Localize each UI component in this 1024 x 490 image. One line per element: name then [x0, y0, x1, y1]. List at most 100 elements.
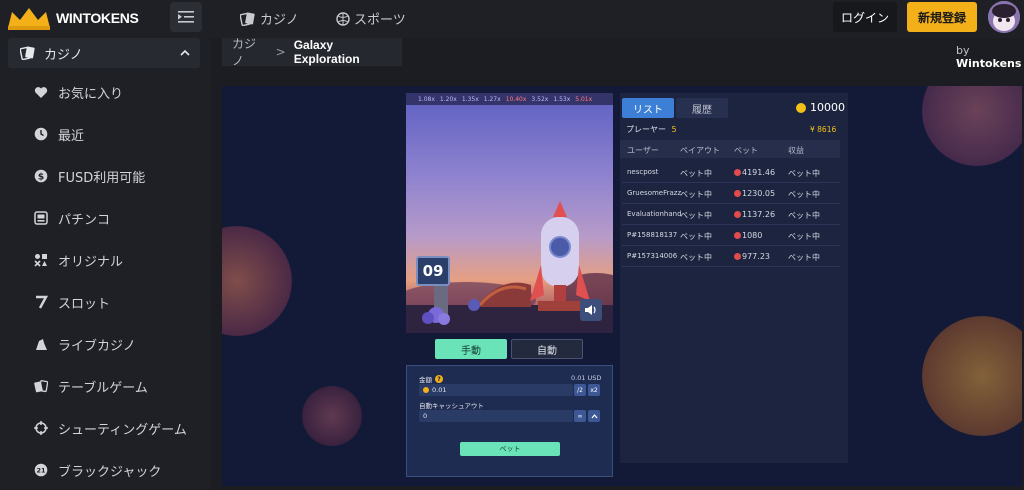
sidebar-item-label: ブラックジャック — [58, 464, 162, 480]
infinity-cashout-button[interactable]: ∞ — [574, 410, 586, 422]
row-bet: 1080 — [742, 231, 763, 240]
brand-name: WINTOKENS — [56, 10, 139, 26]
table-row: nescpost ベット中 4191.46 ベット中 — [622, 163, 840, 183]
chevron-up-icon[interactable] — [180, 49, 190, 57]
row-profit: ベット中 — [788, 232, 820, 241]
provider-prefix: by — [956, 44, 970, 57]
amount-hint: 0.01 USD — [571, 374, 602, 382]
tab-list[interactable]: リスト — [622, 98, 674, 118]
sidebar-item-favorites[interactable]: お気に入り — [34, 82, 123, 102]
clock-icon — [34, 127, 48, 141]
live-icon — [34, 337, 48, 351]
sidebar-item-slots[interactable]: スロット — [34, 292, 110, 312]
sound-toggle-button[interactable] — [580, 299, 602, 321]
menu-toggle-button[interactable] — [170, 2, 202, 32]
row-user: P#158818137 — [627, 231, 678, 239]
sidebar-item-label: パチンコ — [58, 212, 111, 228]
total-bet: ¥ 8616 — [810, 125, 837, 134]
nav-casino[interactable]: カジノ — [240, 9, 299, 28]
halve-bet-button[interactable]: /2 — [574, 384, 586, 396]
cards-icon — [20, 46, 35, 60]
cashout-up-button[interactable] — [588, 410, 600, 422]
svg-text:21: 21 — [36, 467, 46, 475]
row-payout: ベット中 — [680, 190, 712, 199]
row-payout: ベット中 — [680, 169, 712, 178]
crown-icon — [8, 8, 50, 30]
provider-name: Wintokens — [956, 57, 1022, 70]
background-planet — [302, 386, 362, 446]
mode-auto-button[interactable]: 自動 — [511, 339, 583, 359]
multiplier-value: 1.53x — [553, 95, 571, 103]
twentyone-icon: 21 — [34, 463, 48, 477]
table-row: P#158818137 ベット中 1080 ベット中 — [622, 226, 840, 246]
breadcrumb-separator: > — [275, 45, 286, 59]
balance-display: 10000 — [796, 101, 845, 114]
nav-sports[interactable]: スポーツ — [336, 9, 406, 28]
sidebar-item-label: テーブルゲーム — [58, 380, 148, 396]
game-canvas[interactable]: 1.08x 1.20x 1.35x 1.27x 10.40x 3.52x 1.5… — [406, 93, 613, 333]
login-button[interactable]: ログイン — [833, 2, 897, 32]
row-bet: 977.23 — [742, 252, 770, 261]
crosshair-icon — [34, 421, 48, 435]
coin-icon — [423, 387, 429, 393]
nav-sports-label: スポーツ — [354, 13, 406, 28]
players-panel: リスト 履歴 10000 プレーヤー 5 ¥ 8616 ユーザー ペイアウト ベ… — [620, 93, 848, 463]
sidebar-item-table-games[interactable]: テーブルゲーム — [34, 376, 148, 396]
sidebar-section-casino[interactable]: カジノ — [8, 38, 200, 68]
row-payout: ベット中 — [680, 211, 712, 220]
help-icon[interactable]: ? — [435, 375, 443, 383]
multiplier-value: 5.01x — [575, 95, 593, 103]
bet-amount-value: 0.01 — [432, 386, 447, 394]
sidebar-item-label: ライブカジノ — [58, 338, 136, 354]
place-bet-button[interactable]: ベット — [460, 442, 560, 456]
mode-manual-button[interactable]: 手動 — [435, 339, 507, 359]
coin-icon — [734, 169, 741, 176]
table-row: GruesomeFrazz ベット中 1230.05 ベット中 — [622, 184, 840, 204]
coin-icon — [734, 211, 741, 218]
pachinko-icon — [34, 211, 48, 225]
ball-icon — [336, 11, 350, 26]
sidebar-item-recent[interactable]: 最近 — [34, 124, 84, 144]
sidebar-item-live-casino[interactable]: ライブカジノ — [34, 334, 136, 354]
players-label: プレーヤー — [626, 125, 666, 134]
cards-icon — [240, 12, 255, 26]
breadcrumb-current: Galaxy Exploration — [293, 38, 360, 66]
row-profit: ベット中 — [788, 211, 820, 220]
auto-cashout-value: 0 — [423, 412, 428, 420]
coin-icon — [796, 102, 806, 113]
row-payout: ベット中 — [680, 232, 712, 241]
multiplier-value: 3.52x — [531, 95, 549, 103]
sidebar-item-pachinko[interactable]: パチンコ — [34, 208, 110, 228]
avatar[interactable] — [988, 1, 1020, 33]
background-planet — [222, 226, 292, 336]
bet-amount-input[interactable]: 0.01 — [419, 384, 573, 396]
breadcrumb-parent[interactable]: カジノ — [232, 35, 268, 69]
seven-icon — [34, 295, 48, 309]
amount-label: 金額 — [419, 376, 432, 384]
sidebar-item-shooting[interactable]: シューティングゲーム — [34, 418, 187, 438]
sidebar-item-blackjack[interactable]: 21 ブラックジャック — [34, 460, 161, 480]
row-bet: 4191.46 — [742, 168, 776, 177]
signup-button[interactable]: 新規登録 — [907, 2, 977, 32]
table-row: Evaluationhand ベット中 1137.26 ベット中 — [622, 205, 840, 225]
breadcrumb: カジノ > Galaxy Exploration — [222, 35, 402, 69]
sidebar: カジノ お気に入り 最近 $ FUSD利用可能 パチンコ オリジナル スロット … — [0, 38, 210, 490]
row-payout: ベット中 — [680, 253, 712, 262]
row-user: GruesomeFrazz — [627, 189, 682, 197]
row-profit: ベット中 — [788, 169, 820, 178]
sidebar-item-label: お気に入り — [58, 86, 124, 102]
auto-cashout-input[interactable]: 0 — [419, 410, 573, 422]
sidebar-item-fusd[interactable]: $ FUSD利用可能 — [34, 166, 145, 186]
menu-collapse-icon — [178, 11, 194, 23]
brand-logo[interactable]: WINTOKENS — [6, 6, 139, 30]
bet-panel: 金額 ? 0.01 USD 0.01 /2 x2 自動キャッシュアウト 0 ∞ … — [406, 365, 613, 477]
dollar-icon: $ — [34, 169, 48, 183]
sidebar-item-original[interactable]: オリジナル — [34, 250, 123, 270]
sidebar-section-label: カジノ — [44, 47, 83, 63]
column-header-profit: 収益 — [788, 146, 804, 155]
double-bet-button[interactable]: x2 — [588, 384, 600, 396]
tab-history[interactable]: 履歴 — [676, 98, 728, 118]
sidebar-item-label: スロット — [58, 296, 111, 312]
svg-text:$: $ — [38, 173, 44, 183]
sidebar-item-label: FUSD利用可能 — [58, 170, 146, 186]
